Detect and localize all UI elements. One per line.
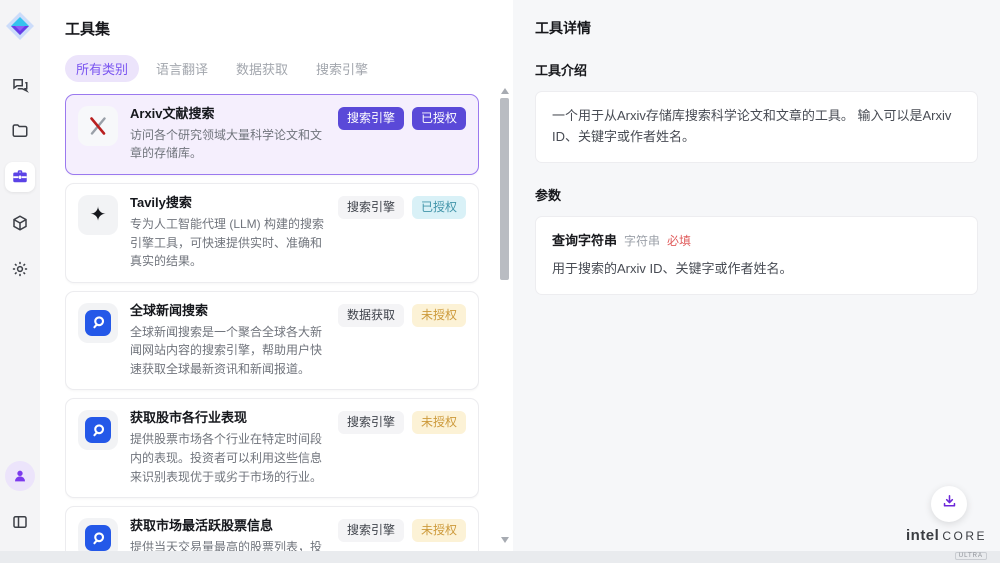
- tool-card[interactable]: 获取市场最活跃股票信息 提供当天交易量最高的股票列表，投资者可以利用这些信息来识…: [65, 506, 479, 551]
- toolbox-icon: [11, 168, 29, 186]
- star-icon: ✦: [78, 195, 118, 235]
- params-heading: 参数: [535, 185, 978, 204]
- auth-status-badge: 未授权: [412, 519, 466, 542]
- rail-chat-button[interactable]: [5, 70, 35, 100]
- tool-card[interactable]: 全球新闻搜索 全球新闻搜索是一个聚合全球各大新闻网站内容的搜索引擎，帮助用户快速…: [65, 291, 479, 391]
- tool-card-description: 专为人工智能代理 (LLM) 构建的搜索引擎工具，可快速提供实时、准确和真实的结…: [130, 215, 326, 271]
- rail-packages-button[interactable]: [5, 208, 35, 238]
- tool-card-description: 全球新闻搜索是一个聚合全球各大新闻网站内容的搜索引擎，帮助用户快速获取全球最新资…: [130, 323, 326, 379]
- tab-1[interactable]: 语言翻译: [145, 55, 219, 82]
- tab-3[interactable]: 搜索引擎: [305, 55, 379, 82]
- tool-card[interactable]: ✦ Tavily搜索 专为人工智能代理 (LLM) 构建的搜索引擎工具，可快速提…: [65, 183, 479, 283]
- list-scrollbar[interactable]: [500, 88, 510, 543]
- rail-user-button[interactable]: [5, 461, 35, 491]
- tool-card-title: 全球新闻搜索: [130, 303, 326, 320]
- user-icon: [12, 468, 28, 484]
- tool-card-description: 提供股票市场各个行业在特定时间段内的表现。投资者可以利用这些信息来识别表现优于或…: [130, 430, 326, 486]
- param-type: 字符串: [624, 232, 660, 251]
- auth-status-badge: 未授权: [412, 411, 466, 434]
- tool-card-description: 提供当天交易量最高的股票列表，投资者可以利用这些信息来识别流动性强的股票和潜在的…: [130, 538, 326, 551]
- tools-panel-title: 工具集: [65, 18, 513, 39]
- intro-text: 一个用于从Arxiv存储库搜索科学论文和文章的工具。 输入可以是Arxiv ID…: [552, 108, 951, 144]
- auth-status-badge: 未授权: [412, 304, 466, 327]
- tool-card-title: 获取股市各行业表现: [130, 410, 326, 427]
- brand-secondary: core: [942, 529, 987, 543]
- qblue-icon: [78, 410, 118, 450]
- rail-settings-button[interactable]: [5, 254, 35, 284]
- details-title: 工具详情: [535, 18, 978, 38]
- arxiv-icon: [78, 106, 118, 146]
- auth-status-badge: 已授权: [412, 196, 466, 219]
- param-header: 查询字符串 字符串 必填: [552, 231, 961, 252]
- tool-card-title: 获取市场最活跃股票信息: [130, 518, 326, 535]
- intro-heading: 工具介绍: [535, 60, 978, 79]
- split-view-icon: [11, 513, 29, 531]
- rail-split-view-button[interactable]: [5, 507, 35, 537]
- intro-box: 一个用于从Arxiv存储库搜索科学论文和文章的工具。 输入可以是Arxiv ID…: [535, 91, 978, 163]
- param-description: 用于搜索的Arxiv ID、关键字或作者姓名。: [552, 259, 961, 280]
- app-logo-icon: [4, 10, 36, 42]
- brand-primary: intel: [906, 527, 939, 544]
- param-box: 查询字符串 字符串 必填 用于搜索的Arxiv ID、关键字或作者姓名。: [535, 216, 978, 296]
- tool-card-list: Arxiv文献搜索 访问各个研究领域大量科学论文和文章的存储库。 搜索引擎 已授…: [65, 94, 479, 551]
- chat-icon: [11, 76, 29, 94]
- download-icon: [941, 493, 958, 515]
- category-badge: 搜索引擎: [338, 411, 404, 434]
- tool-card[interactable]: 获取股市各行业表现 提供股票市场各个行业在特定时间段内的表现。投资者可以利用这些…: [65, 398, 479, 498]
- rail-toolbox-button[interactable]: [5, 162, 35, 192]
- category-badge: 搜索引擎: [338, 107, 404, 130]
- qblue-icon: [78, 303, 118, 343]
- tab-2[interactable]: 数据获取: [225, 55, 299, 82]
- category-badge: 搜索引擎: [338, 196, 404, 219]
- left-rail: [0, 0, 40, 551]
- folder-icon: [11, 122, 29, 140]
- param-required-flag: 必填: [667, 232, 691, 251]
- auth-status-badge: 已授权: [412, 107, 466, 130]
- tools-panel: 工具集 所有类别语言翻译数据获取搜索引擎 Arxiv文献搜索 访问各个研究领域大…: [40, 0, 513, 551]
- cube-icon: [11, 214, 29, 232]
- intel-core-logo: intel core ULTRA: [906, 527, 987, 562]
- app-window: 工具集 所有类别语言翻译数据获取搜索引擎 Arxiv文献搜索 访问各个研究领域大…: [0, 0, 1000, 551]
- download-button[interactable]: [931, 486, 967, 522]
- scrollbar-thumb[interactable]: [500, 98, 509, 280]
- rail-files-button[interactable]: [5, 116, 35, 146]
- details-panel: 工具详情 工具介绍 一个用于从Arxiv存储库搜索科学论文和文章的工具。 输入可…: [513, 0, 1000, 551]
- category-badge: 数据获取: [338, 304, 404, 327]
- scroll-down-arrow-icon[interactable]: [501, 537, 509, 543]
- gear-icon: [11, 260, 29, 278]
- tab-0[interactable]: 所有类别: [65, 55, 139, 82]
- category-tabs: 所有类别语言翻译数据获取搜索引擎: [65, 55, 513, 82]
- param-name: 查询字符串: [552, 231, 617, 252]
- tool-card-description: 访问各个研究领域大量科学论文和文章的存储库。: [130, 126, 326, 163]
- scroll-up-arrow-icon[interactable]: [501, 88, 509, 94]
- brand-badge: ULTRA: [955, 552, 987, 560]
- tool-card[interactable]: Arxiv文献搜索 访问各个研究领域大量科学论文和文章的存储库。 搜索引擎 已授…: [65, 94, 479, 175]
- tool-card-title: Tavily搜索: [130, 195, 326, 212]
- qblue-icon: [78, 518, 118, 551]
- category-badge: 搜索引擎: [338, 519, 404, 542]
- tool-card-title: Arxiv文献搜索: [130, 106, 326, 123]
